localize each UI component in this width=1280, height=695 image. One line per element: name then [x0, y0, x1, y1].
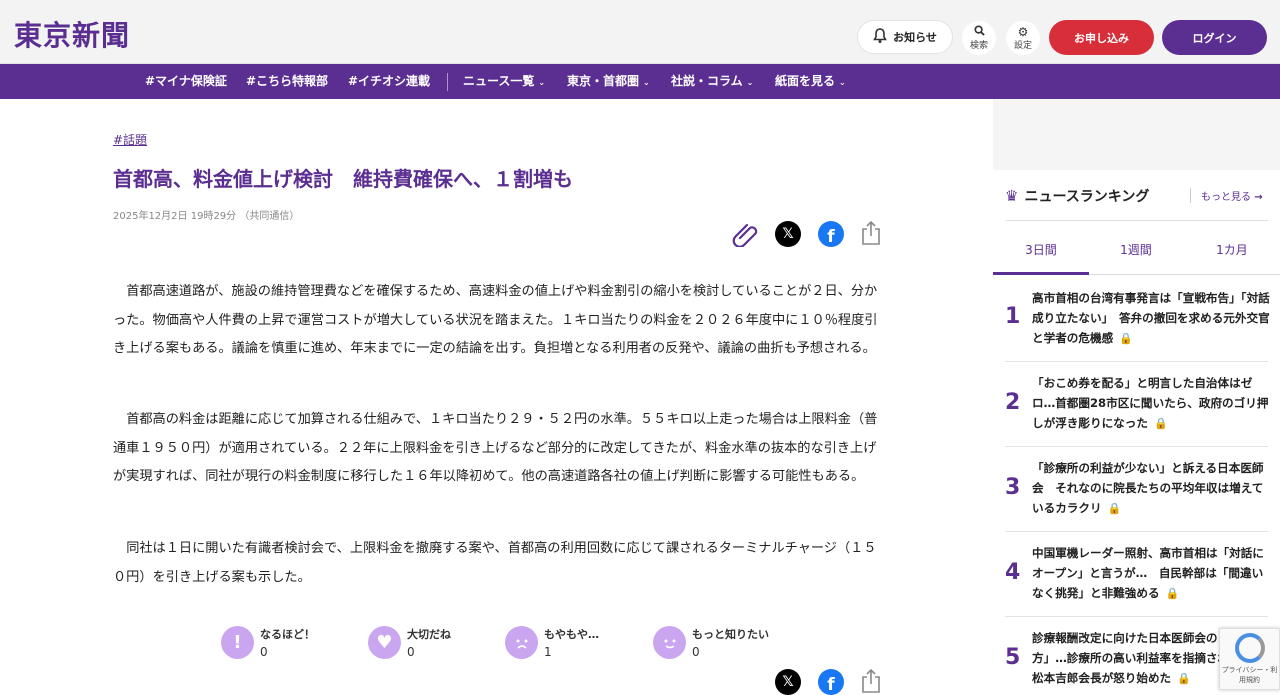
- reaction-count: 1: [544, 645, 552, 659]
- reaction-motto[interactable]: もっと知りたい 0: [653, 626, 769, 659]
- lock-icon: 🔒: [1165, 587, 1180, 600]
- divider: [1005, 220, 1268, 221]
- heart-icon: ♥: [368, 626, 401, 659]
- article-tag[interactable]: #話題: [113, 131, 147, 148]
- chevron-down-icon: ⌄: [839, 78, 846, 87]
- nav-item-editorial[interactable]: 社説・コラム ⌄: [671, 64, 753, 99]
- recaptcha-label: プライバシー・利用規約: [1221, 666, 1278, 684]
- more-link[interactable]: もっと見る →: [1190, 188, 1263, 203]
- lock-icon: 🔒: [1107, 502, 1122, 515]
- ranking-header: ♛ ニュースランキング: [1005, 186, 1149, 206]
- crown-icon: ♛: [1005, 187, 1019, 205]
- lock-icon: 🔒: [1177, 672, 1191, 685]
- nav-item-ichioshi[interactable]: #イチオシ連載: [348, 64, 430, 99]
- exclamation-icon: !: [221, 626, 254, 659]
- ranking-item[interactable]: 2 「おこめ券を配る」と明言した自治体はゼロ…首都圏28市区に聞いたら、政府のゴ…: [1005, 362, 1268, 447]
- facebook-share-icon-bottom[interactable]: f: [818, 669, 844, 695]
- tab-3days[interactable]: 3日間: [993, 241, 1089, 258]
- active-tab-indicator: [993, 272, 1089, 275]
- settings-label: 設定: [1013, 40, 1032, 51]
- tab-1month[interactable]: 1カ月: [1184, 241, 1280, 258]
- nav-item-label: ニュース一覧: [463, 74, 535, 88]
- ranking-item-title: 高市首相の台湾有事発言は「宣戦布告」「対話成り立たない」 答弁の撤回を求める元外…: [1032, 288, 1270, 349]
- search-label: 検索: [969, 41, 988, 51]
- notice-button[interactable]: お知らせ: [857, 20, 953, 54]
- nav-item-mynumber[interactable]: #マイナ保険証: [145, 64, 227, 99]
- reaction-label: なるほど！: [260, 628, 315, 641]
- ranking-item-title: 「診療所の利益が少ない」と訴える日本医師会 それなのに院長たちの平均年収は増えて…: [1032, 458, 1270, 519]
- nav-item-label: 社説・コラム: [671, 74, 743, 88]
- nav-item-label: 東京・首都圏: [567, 74, 640, 88]
- ranking-item-text: 「おこめ券を配る」と明言した自治体はゼロ…首都圏28市区に聞いたら、政府のゴリ押…: [1032, 376, 1269, 430]
- notice-label: お知らせ: [893, 31, 937, 44]
- rank-number: 5: [1005, 645, 1021, 670]
- reaction-count: 0: [407, 645, 415, 659]
- tab-1week[interactable]: 1週間: [1088, 241, 1184, 258]
- site-header: 東京新聞 お知らせ 検索 ⚙ 設定 お申し込み ログイン: [0, 0, 1280, 64]
- recaptcha-badge[interactable]: プライバシー・利用規約: [1219, 628, 1280, 690]
- nav-item-paper[interactable]: 紙面を見る ⌄: [775, 64, 846, 99]
- search-icon: [973, 25, 985, 38]
- article-paragraph: 首都高速道路が、施設の維持管理費などを確保するため、高速料金の値上げや料金割引の…: [113, 284, 878, 356]
- ranking-item[interactable]: 3 「診療所の利益が少ない」と訴える日本医師会 それなのに院長たちの平均年収は増…: [1005, 447, 1268, 532]
- nav-item-news-list[interactable]: ニュース一覧 ⌄: [463, 64, 545, 99]
- ranking-item[interactable]: 4 中国軍機レーダー照射、高市首相は「対話にオープン」と言うが… 自民幹部は「間…: [1005, 532, 1268, 617]
- bell-icon: [873, 27, 888, 47]
- article-title: 首都高、料金値上げ検討 維持費確保へ、１割増も: [113, 167, 573, 191]
- clip-icon[interactable]: [731, 219, 759, 248]
- reaction-moyamoya[interactable]: もやもや… 1: [505, 626, 599, 659]
- main-nav: #マイナ保険証 #こちら特報部 #イチオシ連載 ニュース一覧 ⌄ 東京・首都圏 ⌄ …: [0, 64, 1280, 99]
- share-icon-bottom[interactable]: [860, 668, 882, 694]
- puzzled-face-icon: [505, 626, 538, 659]
- curious-face-icon: [653, 626, 686, 659]
- ranking-item-title: 中国軍機レーダー照射、高市首相は「対話にオープン」と言うが… 自民幹部は「間違い…: [1032, 543, 1270, 604]
- reaction-taisetsu[interactable]: ♥ 大切だね 0: [368, 626, 451, 659]
- arrow-right-icon: →: [1254, 192, 1263, 203]
- reaction-naruhodo[interactable]: ! なるほど！ 0: [221, 626, 315, 659]
- reaction-count: 0: [692, 645, 700, 659]
- chevron-down-icon: ⌄: [538, 78, 546, 87]
- rank-number: 4: [1005, 560, 1021, 585]
- article-paragraph: 同社は１日に開いた有識者検討会で、上限料金を撤廃する案や、首都高の利用回数に応じ…: [113, 541, 877, 585]
- lock-icon: 🔒: [1153, 417, 1168, 430]
- recaptcha-icon: [1234, 633, 1265, 663]
- reaction-label: もっと知りたい: [692, 628, 769, 641]
- chevron-down-icon: ⌄: [746, 78, 754, 87]
- chevron-down-icon: ⌄: [643, 78, 650, 87]
- rank-number: 2: [1005, 390, 1021, 415]
- rank-number: 1: [1005, 304, 1021, 329]
- settings-button[interactable]: ⚙ 設定: [1006, 21, 1040, 55]
- nav-item-tokuhoubu[interactable]: #こちら特報部: [246, 64, 328, 99]
- nav-divider: [447, 73, 448, 91]
- x-share-icon-bottom[interactable]: 𝕏: [775, 669, 801, 695]
- reaction-label: もやもや…: [544, 628, 599, 641]
- share-icon[interactable]: [860, 220, 882, 246]
- more-label: もっと見る: [1201, 192, 1251, 203]
- ranking-title: ニュースランキング: [1024, 189, 1150, 205]
- site-logo[interactable]: 東京新聞: [14, 14, 130, 54]
- x-share-icon[interactable]: 𝕏: [775, 221, 801, 247]
- nav-item-label: 紙面を見る: [775, 74, 836, 88]
- ranking-item-text: 中国軍機レーダー照射、高市首相は「対話にオープン」と言うが… 自民幹部は「間違い…: [1032, 546, 1264, 600]
- rank-number: 3: [1005, 475, 1021, 500]
- apply-button[interactable]: お申し込み: [1049, 20, 1154, 55]
- lock-icon: 🔒: [1119, 332, 1133, 345]
- ranking-item-title: 「おこめ券を配る」と明言した自治体はゼロ…首都圏28市区に聞いたら、政府のゴリ押…: [1032, 373, 1270, 434]
- article-date: 2025年12月2日 19時29分 （共同通信）: [113, 211, 300, 222]
- nav-item-tokyo[interactable]: 東京・首都圏 ⌄: [567, 64, 650, 99]
- reaction-label: 大切だね: [407, 628, 451, 641]
- ranking-item-text: 「診療所の利益が少ない」と訴える日本医師会 それなのに院長たちの平均年収は増えて…: [1032, 461, 1264, 515]
- gear-icon: ⚙: [1017, 24, 1029, 39]
- login-button[interactable]: ログイン: [1162, 20, 1267, 55]
- ranking-item[interactable]: 1 高市首相の台湾有事発言は「宣戦布告」「対話成り立たない」 答弁の撤回を求める…: [1005, 282, 1270, 362]
- article-paragraph: 首都高の料金は距離に応じて加算される仕組みで、１キロ当たり２９・５２円の水準。５…: [113, 412, 878, 484]
- ranking-item-text: 高市首相の台湾有事発言は「宣戦布告」「対話成り立たない」 答弁の撤回を求める元外…: [1032, 291, 1270, 345]
- search-button[interactable]: 検索: [962, 21, 996, 55]
- facebook-share-icon[interactable]: f: [818, 221, 844, 247]
- reaction-count: 0: [260, 645, 268, 659]
